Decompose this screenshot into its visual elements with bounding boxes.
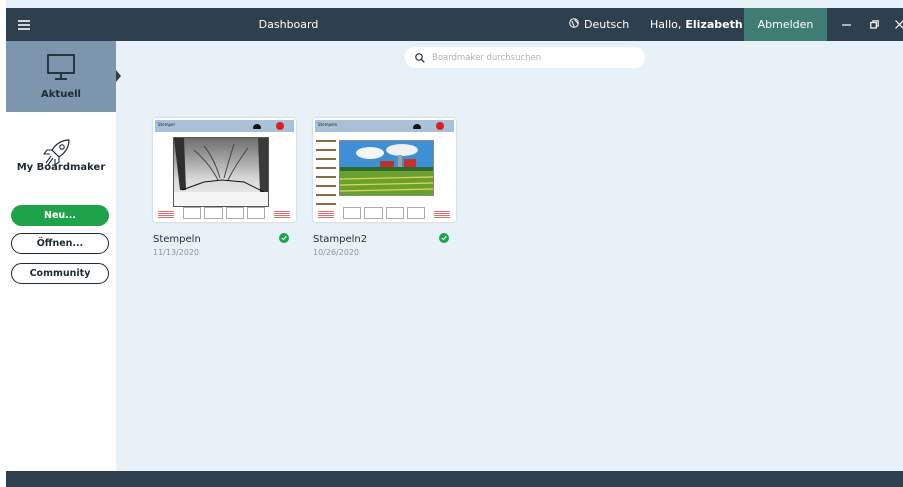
my-boardmaker-label[interactable]: My Boardmaker — [6, 162, 116, 173]
sidebar: Aktuell My Boardmaker Neu... Öffnen... C… — [6, 41, 121, 471]
search-box — [405, 47, 645, 68]
selection-pointer — [116, 70, 121, 82]
top-bar: Dashboard Deutsch Hallo, Elizabeth Abmel… — [6, 8, 903, 41]
language-label: Deutsch — [584, 18, 630, 31]
thumbnail-image — [173, 137, 269, 207]
minimize-icon[interactable] — [842, 8, 851, 41]
community-button[interactable]: Community — [11, 263, 109, 284]
monitor-icon — [47, 54, 75, 85]
restore-icon[interactable] — [870, 8, 879, 41]
thumbnail-title: Stempel — [158, 122, 175, 127]
greeting-text: Hallo, — [650, 18, 682, 31]
open-button[interactable]: Öffnen... — [11, 233, 109, 254]
board-thumbnail[interactable]: Stempel — [153, 118, 296, 222]
language-selector[interactable]: Deutsch — [569, 8, 629, 41]
board-name[interactable]: Stempeln — [153, 234, 201, 245]
board-name[interactable]: Stampeln2 — [313, 234, 367, 245]
animal-column — [316, 136, 336, 206]
app-window: Dashboard Deutsch Hallo, Elizabeth Abmel… — [6, 0, 903, 487]
board-date: 10/26/2020 — [313, 248, 360, 257]
board-thumbnail[interactable]: Stempeln — [313, 118, 456, 222]
thumbnail-image — [339, 140, 434, 196]
globe-icon — [569, 18, 579, 31]
nav-current[interactable]: Aktuell — [6, 41, 116, 112]
logout-button[interactable]: Abmelden — [744, 8, 827, 41]
board-date: 11/13/2020 — [153, 248, 200, 257]
check-icon — [439, 233, 449, 243]
search-icon — [415, 52, 425, 63]
board-card[interactable]: Stempeln Stampeln2 10/26/2020 — [313, 118, 456, 257]
check-icon — [279, 233, 289, 243]
greeting: Hallo, Elizabeth — [650, 8, 743, 41]
user-name: Elizabeth — [685, 18, 743, 31]
new-button[interactable]: Neu... — [11, 205, 109, 226]
search-input[interactable] — [430, 51, 634, 64]
page-title: Dashboard — [258, 18, 319, 31]
thumbnail-title: Stempeln — [318, 122, 338, 127]
close-icon[interactable] — [895, 8, 903, 41]
nav-current-label: Aktuell — [41, 89, 81, 100]
board-card[interactable]: Stempel Stempeln 11/13/2020 — [153, 118, 296, 257]
bottom-bar — [6, 471, 903, 487]
